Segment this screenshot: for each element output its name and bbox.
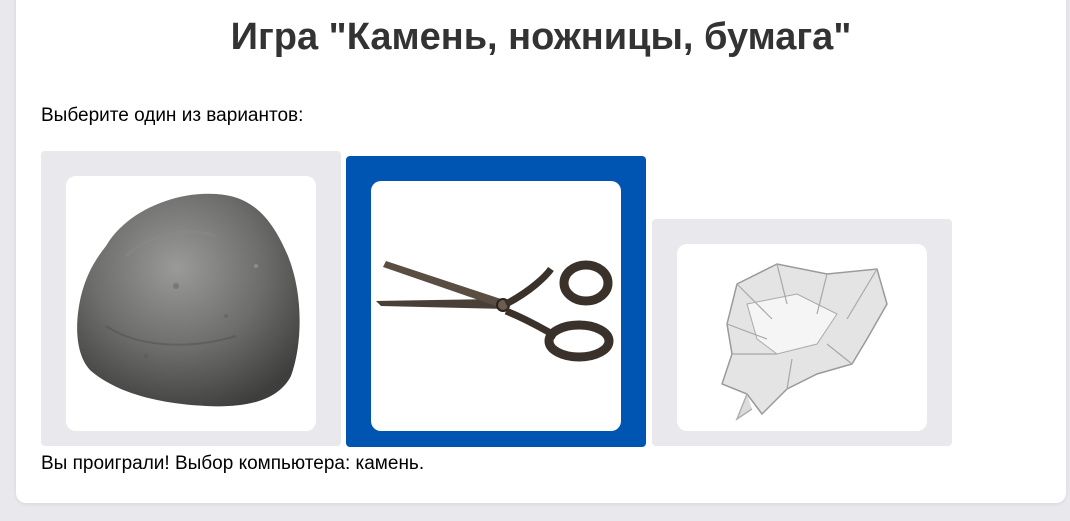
result-message: Вы проиграли! Выбор компьютера: камень. xyxy=(41,453,425,474)
paper-icon xyxy=(721,263,888,421)
page-title: Игра "Камень, ножницы, бумага" xyxy=(230,16,852,58)
option-rock-image-frame xyxy=(66,176,316,431)
game-card: Игра "Камень, ножницы, бумага" Выберите … xyxy=(16,0,1066,503)
choose-prompt: Выберите один из вариантов: xyxy=(41,105,304,126)
option-paper-image-frame xyxy=(677,244,927,431)
rock-icon xyxy=(77,193,300,407)
scissors-icon xyxy=(376,260,614,362)
option-scissors-image-frame xyxy=(371,181,621,431)
option-scissors[interactable] xyxy=(346,156,646,447)
option-paper[interactable] xyxy=(652,219,952,446)
option-rock[interactable] xyxy=(41,151,341,446)
